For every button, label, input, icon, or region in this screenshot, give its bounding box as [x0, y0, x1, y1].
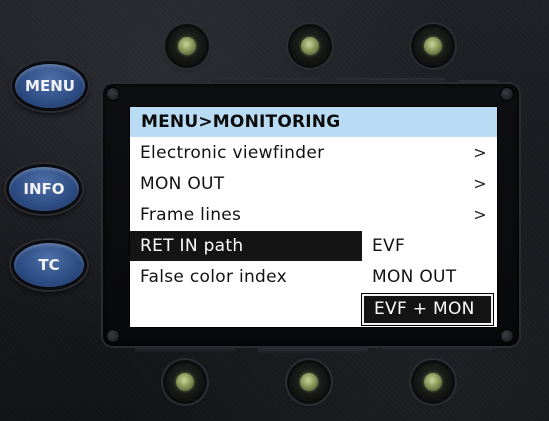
menu-item-electronic-viewfinder[interactable]: Electronic viewfinder >	[130, 138, 497, 168]
info-button[interactable]: INFO	[6, 164, 82, 214]
menu-item-label: Electronic viewfinder	[140, 143, 325, 163]
camera-control-panel: MENU INFO TC MENU>MONITORING Electronic …	[0, 0, 549, 421]
knob-led-icon	[424, 373, 442, 391]
knob-led-icon	[178, 37, 196, 55]
submenu-option-evf[interactable]: EVF	[362, 231, 497, 261]
top-knob-button-1[interactable]	[168, 27, 206, 65]
tc-button[interactable]: TC	[11, 240, 87, 290]
menu-item-label: MON OUT	[140, 174, 225, 194]
menu-item-label: RET IN path	[140, 236, 244, 256]
bezel-screw	[501, 330, 513, 342]
menu-breadcrumb-title: MENU>MONITORING	[130, 107, 497, 137]
bottom-knob-button-3[interactable]	[414, 363, 452, 401]
ret-in-path-submenu: EVF MON OUT EVF + MON	[362, 231, 497, 327]
lcd-screen: MENU>MONITORING Electronic viewfinder > …	[130, 107, 497, 327]
chevron-right-icon: >	[473, 205, 487, 224]
menu-item-frame-lines[interactable]: Frame lines >	[130, 200, 497, 230]
knob-led-icon	[300, 373, 318, 391]
menu-item-label: False color index	[140, 267, 287, 287]
knob-led-icon	[424, 37, 442, 55]
bezel-screw	[107, 88, 119, 100]
top-knob-button-3[interactable]	[414, 27, 452, 65]
menu-button[interactable]: MENU	[12, 61, 88, 111]
bottom-knob-button-1[interactable]	[166, 363, 204, 401]
bottom-knob-button-2[interactable]	[290, 363, 328, 401]
knob-led-icon	[301, 37, 319, 55]
bezel-screw	[501, 88, 513, 100]
bezel-mark	[258, 348, 368, 354]
bezel-screw	[107, 330, 119, 342]
menu-item-label: Frame lines	[140, 205, 242, 225]
chevron-right-icon: >	[473, 174, 487, 193]
submenu-option-evf-mon[interactable]: EVF + MON	[362, 294, 493, 325]
bezel-mark	[135, 346, 235, 352]
knob-led-icon	[176, 373, 194, 391]
submenu-option-mon-out[interactable]: MON OUT	[362, 262, 497, 292]
top-knob-button-2[interactable]	[291, 27, 329, 65]
menu-item-ret-in-path[interactable]: RET IN path	[130, 231, 362, 261]
menu-item-mon-out[interactable]: MON OUT >	[130, 169, 497, 199]
chevron-right-icon: >	[473, 143, 487, 162]
bezel-mark	[382, 346, 492, 352]
